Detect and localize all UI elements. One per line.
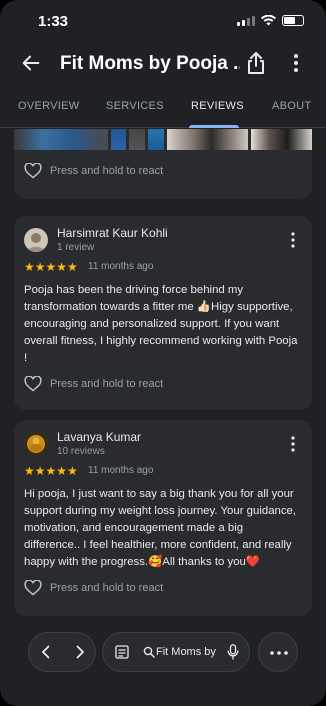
tab-reviews[interactable]: REVIEWS (191, 100, 244, 112)
share-icon[interactable] (245, 51, 267, 75)
page-title: Fit Moms by Pooja ... (60, 53, 240, 74)
reviews-list[interactable]: Press and hold to react Harsimrat Kaur K… (0, 129, 326, 624)
star-rating: ★★★★★ (24, 260, 78, 274)
review-photo[interactable] (110, 129, 127, 150)
microphone-icon[interactable] (227, 644, 239, 660)
heart-icon (24, 163, 42, 179)
search-icon (143, 646, 155, 658)
more-horizontal-icon (270, 651, 288, 655)
status-time: 1:33 (38, 13, 69, 30)
status-bar: 1:33 (0, 0, 326, 44)
phone-screen: 1:33 Fit Moms by Pooja ... OVERVIEW SERV… (0, 0, 326, 706)
review-photo[interactable] (250, 129, 312, 150)
review-more-icon[interactable] (290, 436, 296, 452)
review-text: Pooja has been the driving force behind … (24, 284, 298, 364)
header-bar: Fit Moms by Pooja ... (0, 44, 326, 84)
back-arrow-icon[interactable] (20, 52, 42, 74)
heart-icon (24, 376, 42, 392)
review-photo[interactable] (167, 129, 248, 150)
review-text: Hi pooja, I just want to say a big thank… (24, 488, 297, 568)
back-chevron-icon[interactable] (39, 645, 53, 659)
status-icons (237, 15, 304, 26)
review-card: Lavanya Kumar 10 reviews ★★★★★ 11 months… (14, 420, 312, 616)
review-card: Harsimrat Kaur Kohli 1 review ★★★★★ 11 m… (14, 216, 312, 410)
reviewer-avatar[interactable] (24, 432, 48, 456)
react-label: Press and hold to react (50, 582, 164, 594)
reader-mode-icon[interactable] (115, 645, 129, 659)
tab-overview[interactable]: OVERVIEW (18, 100, 80, 112)
reviewer-name[interactable]: Lavanya Kumar (57, 430, 141, 444)
react-button[interactable]: Press and hold to react (24, 163, 163, 179)
wifi-icon (261, 15, 276, 26)
menu-button[interactable] (258, 632, 298, 672)
heart-icon (24, 580, 42, 596)
star-rating: ★★★★★ (24, 464, 78, 478)
reviewer-review-count: 10 reviews (57, 446, 105, 457)
battery-icon (282, 15, 304, 26)
reviewer-name[interactable]: Harsimrat Kaur Kohli (57, 226, 168, 240)
history-nav-group (28, 632, 96, 672)
react-label: Press and hold to react (50, 378, 164, 390)
active-tab-indicator (189, 125, 239, 128)
review-time: 11 months ago (88, 261, 154, 272)
review-time: 11 months ago (88, 465, 154, 476)
react-button[interactable]: Press and hold to react (24, 376, 163, 392)
tab-services[interactable]: SERVICES (106, 100, 164, 112)
forward-chevron-icon[interactable] (73, 645, 87, 659)
tab-about[interactable]: ABOUT (272, 100, 311, 112)
review-photos[interactable] (14, 129, 312, 150)
reviewer-avatar[interactable] (24, 228, 48, 252)
review-photo[interactable] (148, 129, 165, 150)
react-label: Press and hold to react (50, 165, 164, 177)
address-bar[interactable]: Fit Moms by (102, 632, 250, 672)
cellular-signal-icon (237, 15, 255, 26)
address-text[interactable]: Fit Moms by (156, 646, 216, 658)
review-card-previous: Press and hold to react (14, 129, 312, 199)
more-options-icon[interactable] (289, 52, 303, 74)
review-more-icon[interactable] (290, 232, 296, 248)
reviewer-review-count: 1 review (57, 242, 95, 253)
review-photo[interactable] (129, 129, 146, 150)
tab-bar: OVERVIEW SERVICES REVIEWS ABOUT (0, 88, 326, 128)
review-photo[interactable] (14, 129, 108, 150)
browser-toolbar: Fit Moms by (0, 624, 326, 706)
react-button[interactable]: Press and hold to react (24, 580, 163, 596)
